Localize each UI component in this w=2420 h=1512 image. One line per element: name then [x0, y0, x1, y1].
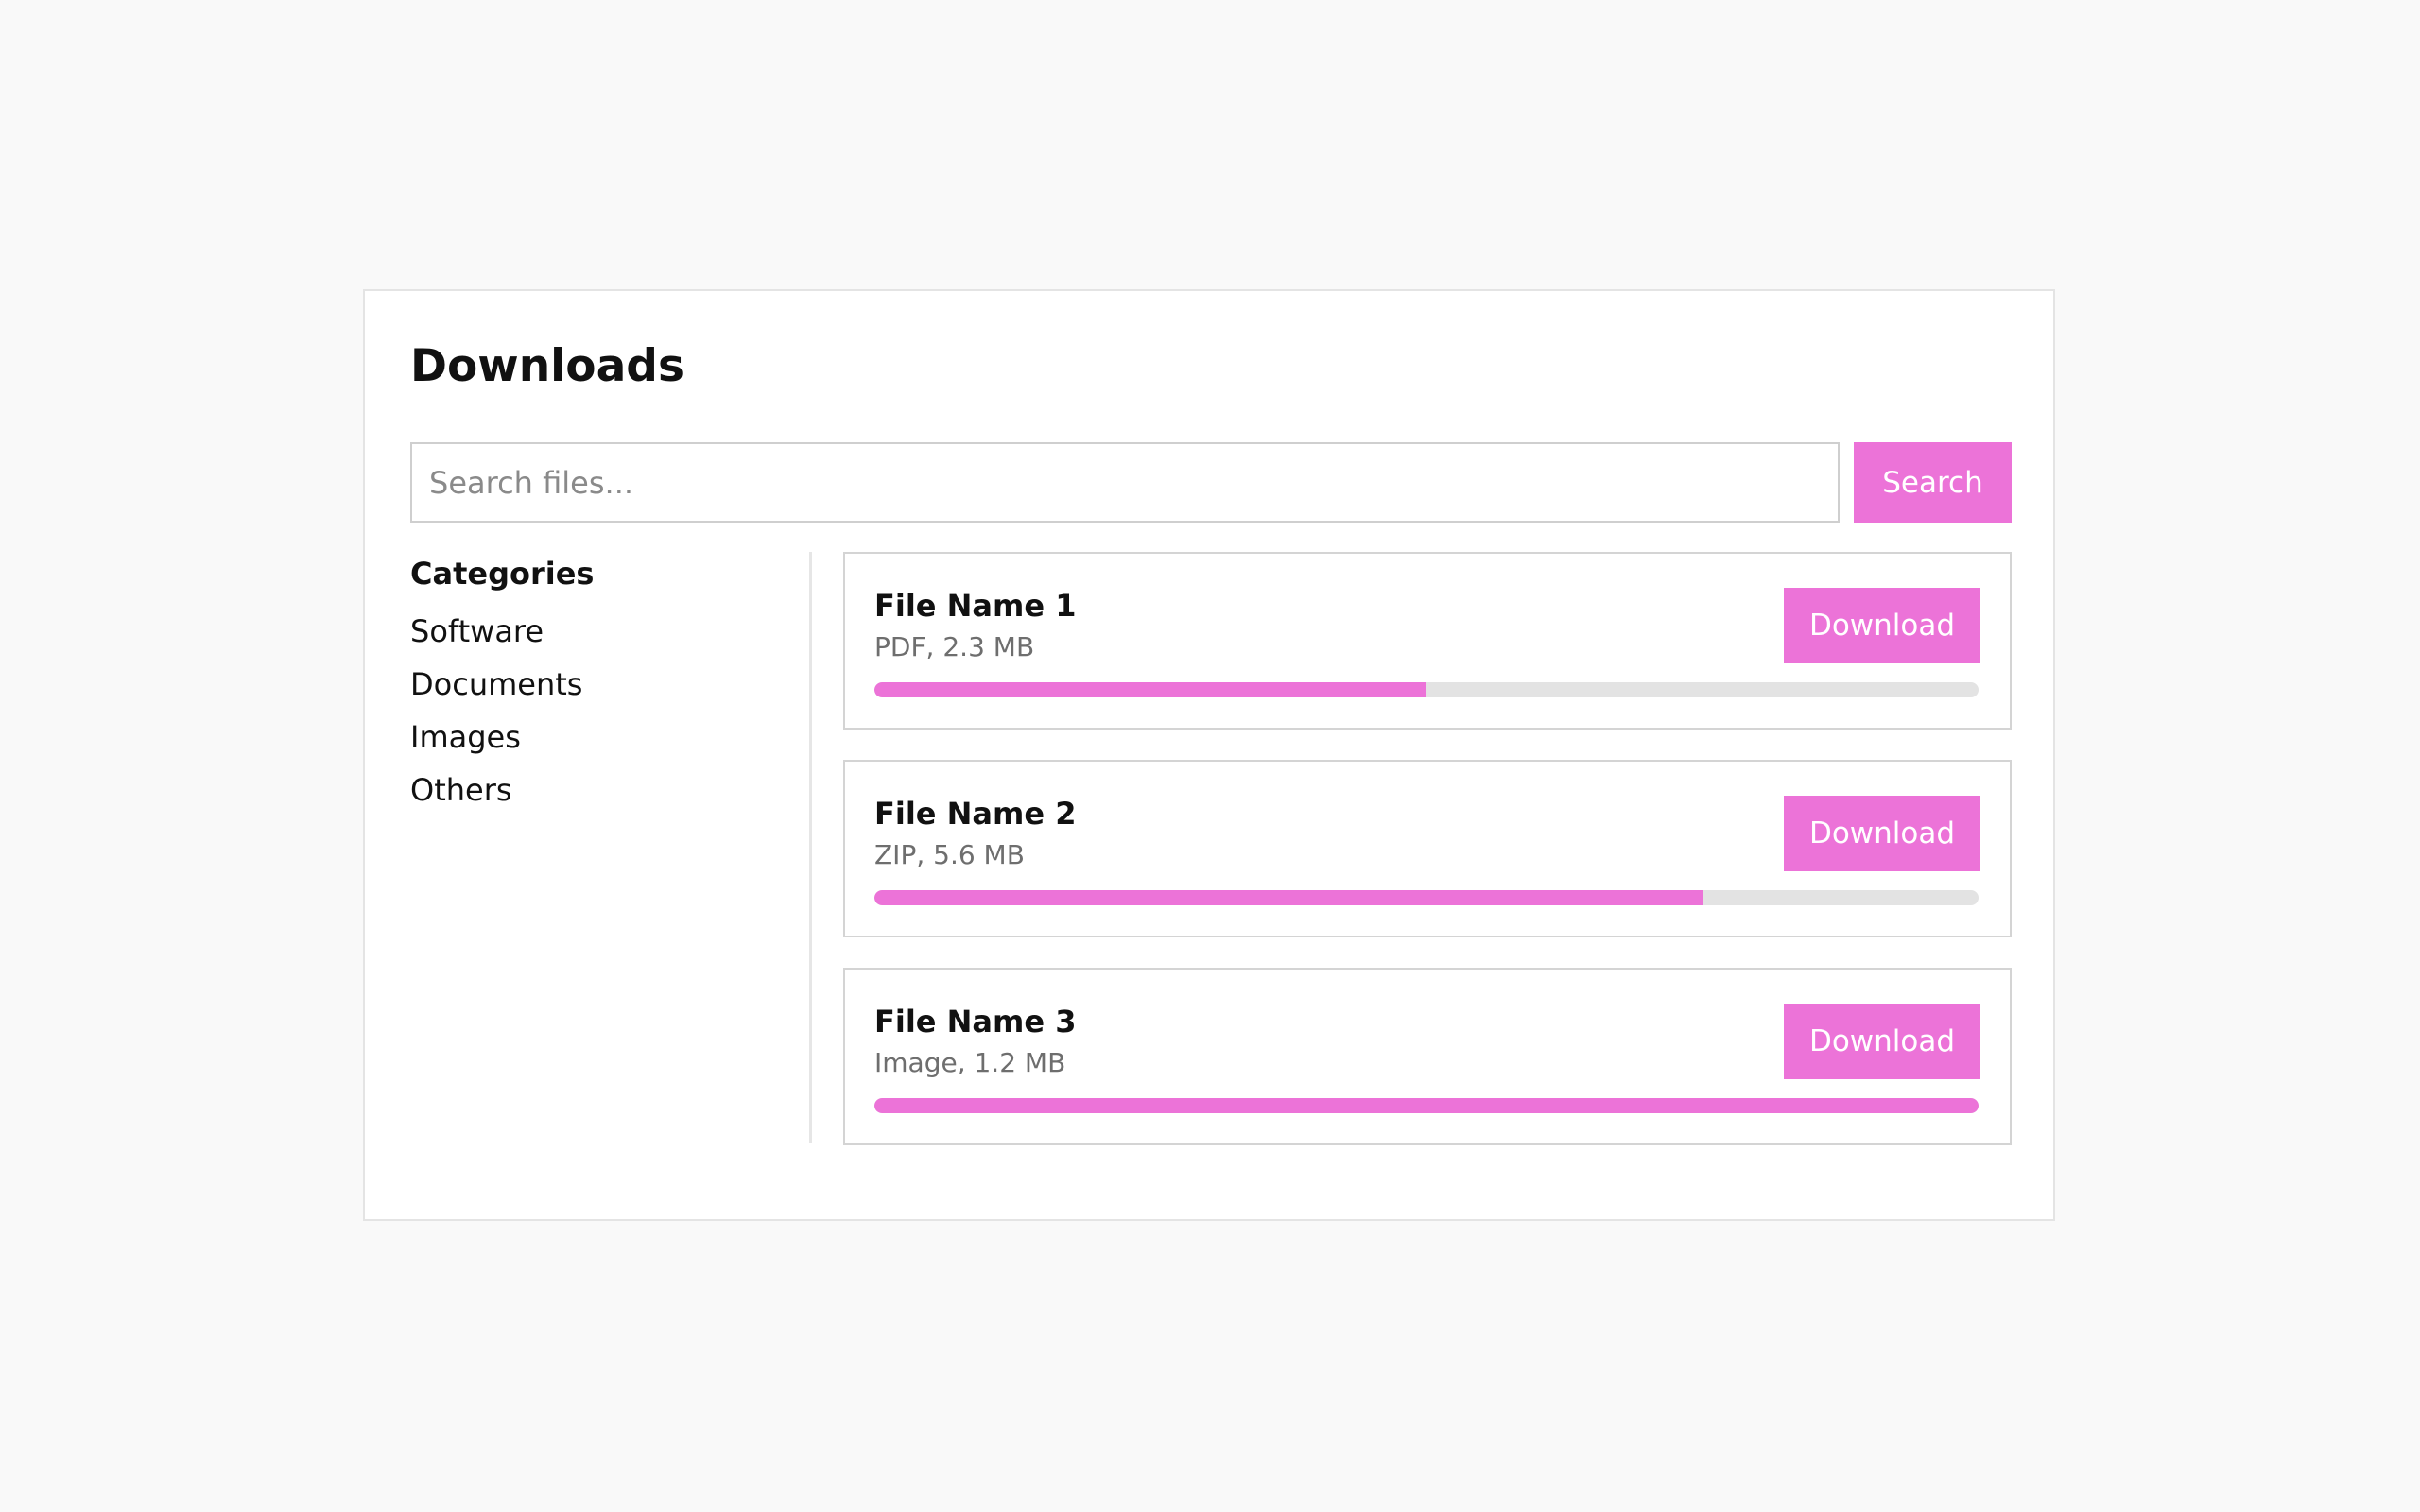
category-item-images[interactable]: Images	[410, 711, 788, 764]
downloads-panel: Downloads Search Categories Software Doc…	[363, 289, 2055, 1221]
category-item-others[interactable]: Others	[410, 764, 788, 816]
download-button[interactable]: Download	[1784, 1004, 1980, 1079]
sidebar-divider	[809, 552, 812, 1143]
file-list: File Name 1 PDF, 2.3 MB Download File Na…	[843, 552, 2012, 1176]
file-name: File Name 3	[874, 1004, 1077, 1040]
file-card: File Name 2 ZIP, 5.6 MB Download	[843, 760, 2012, 937]
file-meta: PDF, 2.3 MB	[874, 631, 1035, 662]
category-item-software[interactable]: Software	[410, 605, 788, 658]
download-progress-fill	[874, 682, 1426, 697]
file-meta: ZIP, 5.6 MB	[874, 839, 1025, 870]
category-list: Software Documents Images Others	[410, 605, 788, 816]
download-progress-bar	[874, 890, 1979, 905]
file-meta: Image, 1.2 MB	[874, 1047, 1066, 1078]
download-progress-fill	[874, 1098, 1979, 1113]
download-progress-bar	[874, 1098, 1979, 1113]
download-progress-fill	[874, 890, 1703, 905]
categories-heading: Categories	[410, 556, 595, 592]
search-input[interactable]	[410, 442, 1840, 523]
download-progress-bar	[874, 682, 1979, 697]
file-card: File Name 1 PDF, 2.3 MB Download	[843, 552, 2012, 730]
search-button[interactable]: Search	[1854, 442, 2012, 523]
file-name: File Name 1	[874, 588, 1077, 624]
file-card: File Name 3 Image, 1.2 MB Download	[843, 968, 2012, 1145]
file-name: File Name 2	[874, 796, 1077, 832]
download-button[interactable]: Download	[1784, 796, 1980, 871]
page-title: Downloads	[410, 340, 684, 392]
download-button[interactable]: Download	[1784, 588, 1980, 663]
categories-sidebar: Categories Software Documents Images Oth…	[410, 556, 788, 816]
category-item-documents[interactable]: Documents	[410, 658, 788, 711]
